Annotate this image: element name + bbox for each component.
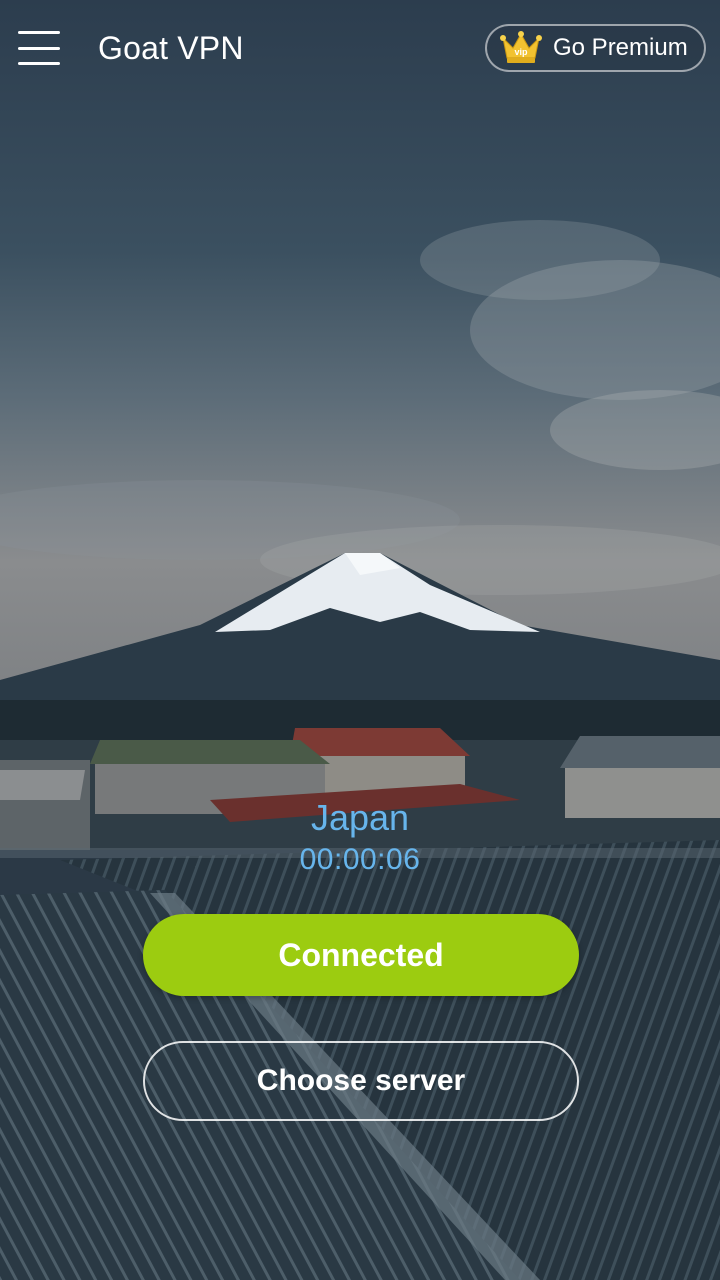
connection-status-button[interactable]: Connected <box>143 914 579 996</box>
go-premium-label: Go Premium <box>553 34 688 61</box>
connection-timer: 00:00:06 <box>299 843 421 876</box>
app-title: Goat VPN <box>98 30 244 66</box>
menu-line <box>18 46 60 50</box>
vip-crown-icon: vip <box>500 31 542 63</box>
top-app-bar: Goat VPN vip Go Premium <box>0 0 720 100</box>
choose-server-button[interactable]: Choose server <box>143 1041 579 1121</box>
vip-badge-text: vip <box>514 47 528 57</box>
menu-line <box>18 62 60 65</box>
menu-line <box>18 31 60 34</box>
connected-location: Japan <box>310 797 410 838</box>
hamburger-menu-icon[interactable] <box>18 31 60 65</box>
go-premium-button[interactable]: vip Go Premium <box>485 24 706 72</box>
